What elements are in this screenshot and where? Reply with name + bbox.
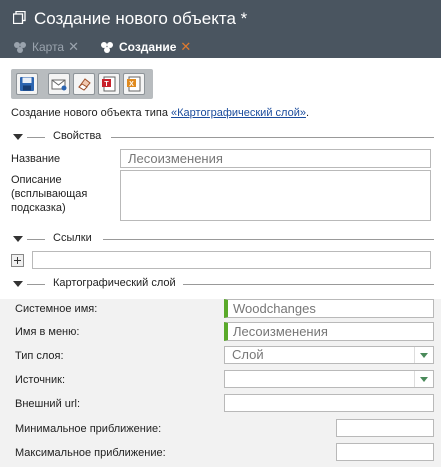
min-zoom-label: Минимальное приближение: xyxy=(15,423,162,435)
menu-name-value: Лесоизменения xyxy=(233,324,328,339)
links-section-header[interactable]: Ссылки xyxy=(11,232,434,246)
chevron-down-icon[interactable] xyxy=(414,371,433,387)
section-title: Ссылки xyxy=(49,232,96,244)
eraser-icon xyxy=(78,78,91,91)
section-title: Свойства xyxy=(49,130,106,142)
close-icon[interactable]: ✕ xyxy=(68,39,79,55)
tab-bar: Карта ✕ Создание ✕ xyxy=(0,36,441,58)
min-zoom-input[interactable] xyxy=(336,419,434,437)
window-title: Создание нового объекта * xyxy=(34,9,248,28)
system-name-value: Woodchanges xyxy=(233,301,316,316)
tab-create[interactable]: Создание ✕ xyxy=(99,39,191,55)
layer-type-value: Слой xyxy=(232,347,264,362)
layer-section-header[interactable]: Картографический слой xyxy=(11,277,434,291)
menu-name-input[interactable]: Лесоизменения xyxy=(224,322,434,341)
description-prefix: Создание нового объекта типа xyxy=(11,107,172,119)
export-button[interactable]: X xyxy=(123,73,145,95)
divider xyxy=(27,284,45,285)
description-suffix: . xyxy=(305,107,310,119)
clear-button[interactable] xyxy=(73,73,95,95)
description-textarea[interactable] xyxy=(120,170,431,221)
orange-document-icon: X xyxy=(127,76,141,92)
objects-icon xyxy=(101,42,113,53)
name-input[interactable]: Лесоизменения xyxy=(120,149,431,168)
divider xyxy=(183,284,434,285)
object-description: Создание нового объекта типа «Картографи… xyxy=(11,107,309,119)
menu-name-label: Имя в меню: xyxy=(15,326,80,338)
source-select[interactable] xyxy=(224,370,434,388)
objects-icon xyxy=(14,42,26,53)
add-link-button[interactable] xyxy=(11,254,24,267)
divider xyxy=(103,239,434,240)
properties-section-header[interactable]: Свойства xyxy=(11,130,434,144)
name-label: Название xyxy=(11,153,61,165)
tab-label: Создание xyxy=(119,40,177,54)
tab-map[interactable]: Карта ✕ xyxy=(12,39,79,55)
section-title: Картографический слой xyxy=(49,277,180,289)
layer-type-label: Тип слоя: xyxy=(15,350,64,362)
description-label-line: (всплывающая xyxy=(11,188,88,200)
close-icon[interactable]: ✕ xyxy=(180,39,191,55)
toolbar: T X xyxy=(11,69,153,99)
template-button[interactable]: T xyxy=(98,73,120,95)
system-name-input[interactable]: Woodchanges xyxy=(224,299,434,318)
envelope-icon xyxy=(51,79,67,91)
description-label: Описание (всплывающая подсказка) xyxy=(11,173,87,215)
tab-label: Карта xyxy=(32,40,65,54)
layer-type-link[interactable]: «Картографический слой» xyxy=(171,107,306,119)
save-button[interactable] xyxy=(16,73,38,95)
divider xyxy=(27,137,45,138)
floppy-disk-icon xyxy=(20,77,34,91)
send-button[interactable] xyxy=(48,73,70,95)
svg-text:T: T xyxy=(104,81,109,88)
max-zoom-label: Максимальное приближение: xyxy=(15,447,166,459)
divider xyxy=(111,137,434,138)
collapse-triangle-icon xyxy=(13,134,23,140)
chevron-down-icon[interactable] xyxy=(414,347,433,363)
divider xyxy=(27,239,45,240)
collapse-triangle-icon xyxy=(13,236,23,242)
window-icon xyxy=(13,11,26,24)
svg-text:X: X xyxy=(129,81,134,88)
external-url-label: Внешний url: xyxy=(15,398,81,410)
red-document-icon: T xyxy=(102,76,116,92)
window-titlebar: Создание нового объекта * xyxy=(0,0,441,36)
system-name-label: Системное имя: xyxy=(15,303,98,315)
external-url-input[interactable] xyxy=(224,394,434,412)
links-input[interactable] xyxy=(32,251,431,269)
layer-panel: Системное имя: Woodchanges Имя в меню: Л… xyxy=(0,299,441,467)
name-value: Лесоизменения xyxy=(128,151,223,166)
max-zoom-input[interactable] xyxy=(336,443,434,461)
description-label-line: подсказка) xyxy=(11,202,66,214)
collapse-triangle-icon xyxy=(13,281,23,287)
source-label: Источник: xyxy=(15,374,66,386)
layer-type-select[interactable]: Слой xyxy=(224,346,434,364)
description-label-line: Описание xyxy=(11,174,62,186)
